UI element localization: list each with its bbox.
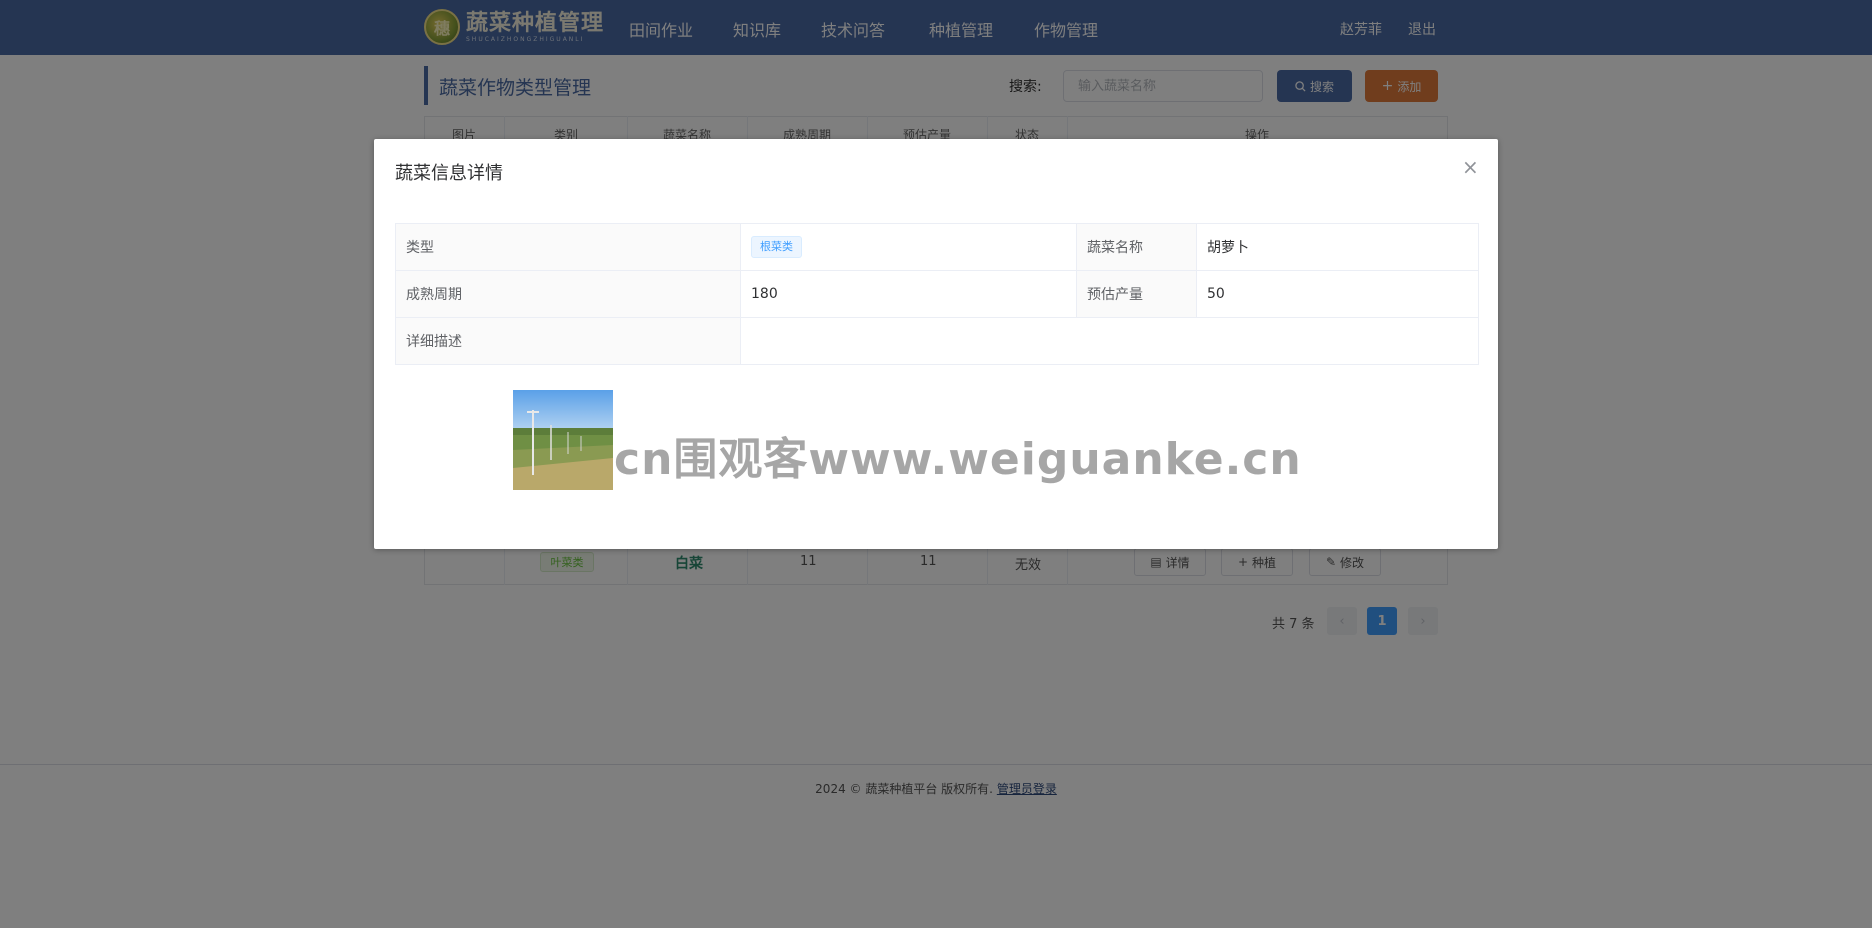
detail-table: 类型 根菜类 蔬菜名称 胡萝卜 成熟周期 180 预估产量 50 详细描述	[395, 223, 1479, 365]
cycle-label: 成熟周期	[395, 270, 741, 318]
dialog-title: 蔬菜信息详情	[395, 163, 503, 184]
description-label: 详细描述	[395, 317, 741, 365]
yield-value: 50	[1196, 270, 1479, 318]
detail-row: 成熟周期 180 预估产量 50	[395, 270, 1479, 318]
vegetable-detail-dialog: 蔬菜信息详情 × 类型 根菜类 蔬菜名称 胡萝卜 成熟周期 180 预估产量 5…	[374, 139, 1498, 549]
name-value: 胡萝卜	[1196, 223, 1479, 271]
yield-label: 预估产量	[1076, 270, 1197, 318]
close-icon[interactable]: ×	[1462, 157, 1479, 177]
watermark: cn围观客www.weiguanke.cn	[614, 434, 1302, 485]
type-tag: 根菜类	[751, 236, 802, 258]
description-value	[740, 317, 1479, 365]
detail-row: 详细描述	[395, 317, 1479, 365]
vegetable-image	[513, 390, 613, 490]
type-label: 类型	[395, 223, 741, 271]
name-label: 蔬菜名称	[1076, 223, 1197, 271]
cycle-value: 180	[740, 270, 1077, 318]
detail-row: 类型 根菜类 蔬菜名称 胡萝卜	[395, 223, 1479, 271]
